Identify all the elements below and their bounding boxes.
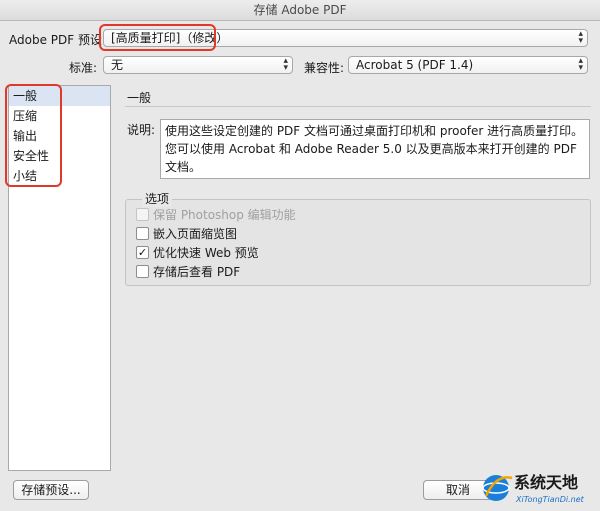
option-fast-web-view[interactable]: ✓ 优化快速 Web 预览 (136, 245, 259, 261)
option-label: 存储后查看 PDF (153, 265, 241, 279)
preset-label: Adobe PDF 预设: (9, 33, 107, 47)
window-title: 存储 Adobe PDF (0, 0, 600, 21)
watermark-logo: 系统天地 XiTongTianDi.net (478, 466, 600, 508)
option-label: 优化快速 Web 预览 (153, 246, 259, 260)
checkmark-icon: ✓ (136, 246, 149, 259)
checkbox-icon (136, 227, 149, 240)
select-arrows-icon: ▴ ▾ (578, 56, 583, 73)
option-label: 保留 Photoshop 编辑功能 (153, 208, 296, 222)
checkbox-icon (136, 208, 149, 221)
select-arrows-icon: ▴ ▾ (578, 29, 583, 46)
standard-value: 无 (111, 58, 124, 72)
option-view-after-save[interactable]: 存储后查看 PDF (136, 264, 240, 280)
description-text: 使用这些设定创建的 PDF 文档可通过桌面打印机和 proofer 进行高质量打… (160, 119, 590, 179)
highlight-box-preset (99, 24, 216, 51)
options-title: 选项 (142, 190, 173, 207)
highlight-box-sidebar (5, 84, 62, 187)
standard-select[interactable]: 无 ▴ ▾ (103, 56, 293, 74)
compat-select[interactable]: Acrobat 5 (PDF 1.4) ▴ ▾ (348, 56, 588, 74)
save-preset-button[interactable]: 存储预设... (13, 480, 89, 500)
compat-value: Acrobat 5 (PDF 1.4) (356, 58, 474, 72)
panel-title: 一般 (127, 91, 152, 105)
description-label: 说明: (127, 123, 156, 137)
select-arrows-icon: ▴ ▾ (283, 56, 288, 73)
checkbox-icon (136, 265, 149, 278)
panel-divider (125, 106, 591, 107)
option-label: 嵌入页面缩览图 (153, 227, 238, 241)
compat-label: 兼容性: (304, 61, 345, 75)
svg-text:系统天地: 系统天地 (514, 473, 578, 492)
standard-label: 标准: (69, 61, 98, 75)
option-preserve-photoshop[interactable]: 保留 Photoshop 编辑功能 (136, 207, 296, 223)
option-embed-thumbnails[interactable]: 嵌入页面缩览图 (136, 226, 237, 242)
globe-icon: 系统天地 XiTongTianDi.net (482, 473, 585, 504)
svg-text:XiTongTianDi.net: XiTongTianDi.net (515, 495, 585, 504)
